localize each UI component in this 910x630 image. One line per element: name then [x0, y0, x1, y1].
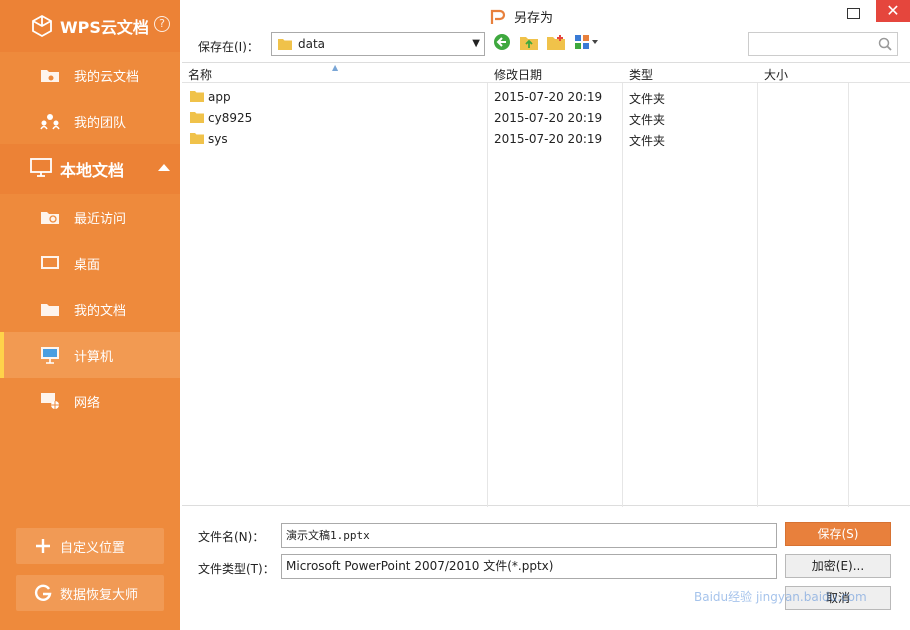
sidebar-item-network[interactable]: 网络 — [0, 378, 180, 424]
table-row[interactable]: app 2015-07-20 20:19 文件夹 — [182, 86, 910, 107]
search-icon — [878, 37, 892, 51]
sidebar-item-label: 我的云文档 — [74, 69, 140, 85]
column-header-type[interactable]: 类型 — [629, 66, 653, 83]
sidebar-item-label: 网络 — [74, 395, 101, 411]
file-list[interactable]: ▲ 名称 修改日期 类型 大小 app 2015-07-20 20:19 文件夹… — [182, 62, 910, 507]
sidebar-item-label: 我的文档 — [74, 303, 127, 319]
sidebar-item-label: 最近访问 — [74, 211, 127, 227]
network-icon — [40, 391, 60, 411]
filename-label: 文件名(N)： — [198, 530, 265, 544]
computer-icon — [40, 345, 60, 365]
monitor-icon — [30, 158, 52, 180]
column-header-modified[interactable]: 修改日期 — [494, 66, 542, 83]
file-name: cy8925 — [208, 111, 253, 125]
encrypt-button[interactable]: 加密(E)... — [785, 554, 891, 578]
dialog-title-bar: 另存为 — [490, 7, 553, 26]
recovery-g-icon — [34, 584, 52, 602]
filetype-select[interactable]: Microsoft PowerPoint 2007/2010 文件(*.pptx… — [281, 554, 777, 579]
local-docs-section[interactable]: 本地文档 — [0, 144, 180, 194]
filetype-label: 文件类型(T)： — [198, 562, 275, 576]
brand-title: WPS云文档 — [60, 18, 149, 37]
sidebar-item-my-docs[interactable]: 我的文档 — [0, 286, 180, 332]
file-modified: 2015-07-20 20:19 — [494, 132, 603, 146]
view-menu-icon[interactable] — [574, 33, 600, 51]
sidebar-item-desktop[interactable]: 桌面 — [0, 240, 180, 286]
brand-header: WPS云文档 ? — [0, 0, 180, 52]
search-input[interactable] — [748, 32, 898, 56]
sidebar-item-my-team[interactable]: 我的团队 — [0, 98, 180, 144]
dialog-title: 另存为 — [514, 11, 554, 26]
save-in-value: data — [298, 37, 326, 51]
back-icon[interactable] — [493, 33, 511, 51]
plus-icon — [34, 537, 52, 555]
local-docs-label: 本地文档 — [60, 161, 125, 180]
sidebar-item-my-cloud-docs[interactable]: 我的云文档 — [0, 52, 180, 98]
column-header-size[interactable]: 大小 — [764, 66, 788, 83]
sidebar-item-label: 我的团队 — [74, 115, 127, 131]
wps-presentation-logo-icon — [490, 9, 506, 24]
file-type: 文件夹 — [629, 113, 666, 127]
file-name: sys — [208, 132, 228, 146]
cloud-folder-icon — [40, 65, 60, 85]
sidebar-item-computer[interactable]: 计算机 — [0, 332, 180, 378]
file-type: 文件夹 — [629, 92, 666, 106]
folder-icon — [40, 299, 60, 319]
custom-location-label: 自定义位置 — [60, 540, 126, 556]
save-button[interactable]: 保存(S) — [785, 522, 891, 546]
up-folder-icon[interactable] — [520, 33, 538, 51]
sidebar: WPS云文档 ? 我的云文档 我的团队 本地文档 最近访问 桌面 我的文档 计算… — [0, 0, 180, 630]
file-type: 文件夹 — [629, 134, 666, 148]
help-icon[interactable]: ? — [154, 16, 170, 32]
table-row[interactable]: cy8925 2015-07-20 20:19 文件夹 — [182, 107, 910, 128]
sidebar-item-recent[interactable]: 最近访问 — [0, 194, 180, 240]
file-name: app — [208, 90, 231, 104]
file-modified: 2015-07-20 20:19 — [494, 111, 603, 125]
save-in-select[interactable]: data ▼ — [271, 32, 485, 56]
sidebar-item-label: 计算机 — [74, 349, 114, 365]
new-folder-icon[interactable] — [547, 33, 565, 51]
close-button[interactable]: ✕ — [876, 0, 910, 22]
list-header: ▲ 名称 修改日期 类型 大小 — [182, 63, 910, 83]
chevron-down-icon: ▼ — [472, 38, 480, 49]
folder-icon — [190, 91, 204, 102]
table-row[interactable]: sys 2015-07-20 20:19 文件夹 — [182, 128, 910, 149]
folder-icon — [278, 39, 292, 50]
desktop-icon — [40, 253, 60, 273]
folder-icon — [190, 133, 204, 144]
data-recovery-button[interactable]: 数据恢复大师 — [16, 575, 164, 611]
cube-logo-icon — [32, 14, 52, 38]
folder-icon — [190, 112, 204, 123]
column-header-name[interactable]: 名称 — [188, 66, 212, 83]
sidebar-item-label: 桌面 — [74, 257, 101, 273]
custom-location-button[interactable]: 自定义位置 — [16, 528, 164, 564]
save-in-label: 保存在(I)： — [198, 40, 259, 54]
recent-folder-icon — [40, 207, 60, 227]
maximize-button[interactable] — [847, 8, 860, 19]
collapse-caret-icon[interactable] — [158, 164, 170, 171]
data-recovery-label: 数据恢复大师 — [60, 587, 139, 603]
file-modified: 2015-07-20 20:19 — [494, 90, 603, 104]
sort-ascending-icon: ▲ — [332, 63, 339, 72]
team-icon — [40, 111, 60, 131]
filename-input[interactable]: 演示文稿1.pptx — [281, 523, 777, 548]
watermark: Baidu经验 jingyan.baidu.com — [694, 590, 867, 604]
